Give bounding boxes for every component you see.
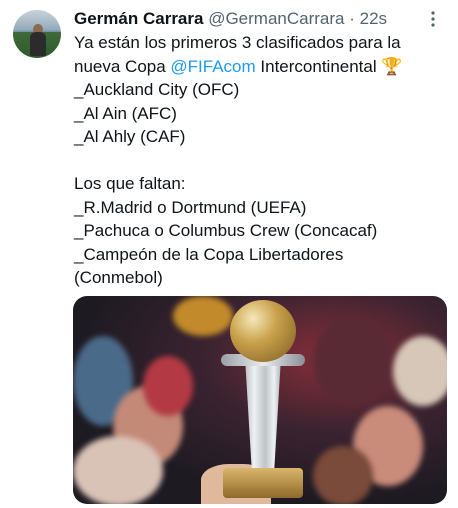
timestamp[interactable]: 22s (360, 9, 387, 28)
tweet[interactable]: Germán Carrara @GermanCarrara · 22s Ya e… (0, 0, 458, 508)
crowd-blur-4 (73, 436, 163, 504)
avatar[interactable] (13, 10, 61, 58)
crowd-blur-5 (313, 316, 393, 406)
tweet-body: _Auckland City (OFC) _Al Ain (AFC) _Al A… (74, 80, 378, 287)
tweet-line-2-suffix: Intercontinental (255, 56, 382, 76)
crowd-blur-7 (393, 336, 447, 406)
mention-link[interactable]: @FIFAcom (170, 57, 255, 76)
avatar-person-body (30, 32, 46, 56)
more-dots-icon-svg (431, 11, 435, 27)
crowd-blur-3 (143, 356, 193, 416)
trophy-ball (230, 300, 296, 362)
tweet-header: Germán Carrara @GermanCarrara · 22s (74, 8, 422, 30)
tweet-line-2-prefix: nueva Copa (74, 56, 171, 76)
crowd-blur-8 (313, 446, 373, 504)
crowd-blur-9 (173, 296, 233, 336)
trophy-base (223, 468, 303, 498)
author-name[interactable]: Germán Carrara (74, 9, 203, 28)
trophy-icon: 🏆 (381, 56, 403, 76)
more-dots-icon[interactable] (424, 10, 442, 28)
author-handle[interactable]: @GermanCarrara (208, 9, 344, 28)
tweet-line-1: Ya están los primeros 3 clasificados par… (74, 33, 401, 52)
trophy-stem (245, 364, 281, 474)
tweet-image[interactable] (73, 296, 447, 504)
tweet-text: Ya están los primeros 3 clasificados par… (74, 31, 446, 290)
separator-dot: · (349, 9, 355, 28)
